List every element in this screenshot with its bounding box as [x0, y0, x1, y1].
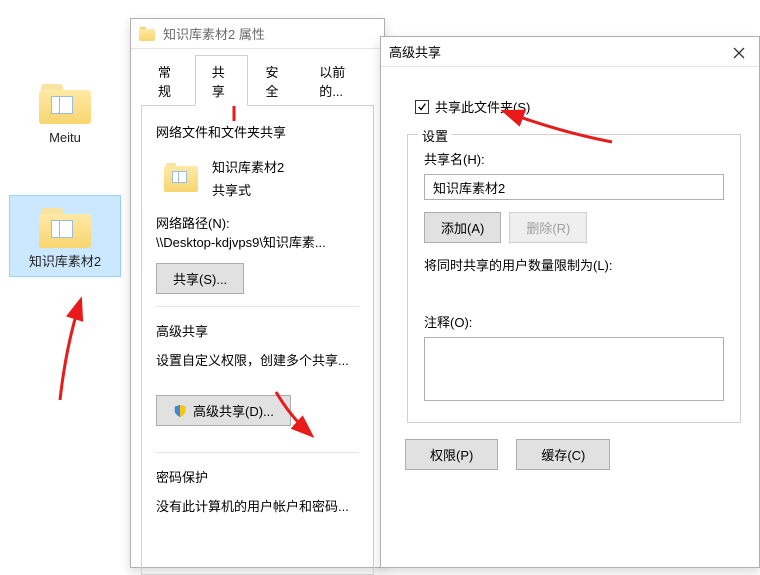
annotation-arrow	[50, 296, 96, 409]
advanced-share-dialog: 高级共享 共享此文件夹(S) 设置 共享名(H): 添加(A) 删除(R) 将同…	[380, 36, 760, 568]
netpath-value: \\Desktop-kdjvps9\知识库素...	[156, 232, 359, 251]
settings-legend: 设置	[418, 126, 452, 145]
password-heading: 密码保护	[156, 467, 359, 486]
desktop-folder-knowledge[interactable]: 知识库素材2	[10, 196, 120, 276]
network-share-heading: 网络文件和文件夹共享	[156, 122, 359, 141]
folder-label: 知识库素材2	[29, 254, 101, 276]
settings-group: 设置 共享名(H): 添加(A) 删除(R) 将同时共享的用户数量限制为(L):…	[407, 134, 741, 423]
share-folder-checkbox[interactable]: 共享此文件夹(S)	[415, 97, 530, 116]
tab-security[interactable]: 安全	[248, 55, 302, 106]
share-panel: 网络文件和文件夹共享 知识库素材2 共享式 网络路径(N): \\Desktop…	[141, 105, 374, 575]
sharename-input[interactable]	[424, 174, 724, 200]
folder-icon	[37, 202, 93, 250]
title-bar[interactable]: 高级共享	[381, 37, 759, 67]
limit-label: 将同时共享的用户数量限制为(L):	[424, 255, 724, 274]
comment-label: 注释(O):	[424, 312, 724, 331]
tab-strip: 常规 共享 安全 以前的...	[131, 49, 384, 106]
advanced-desc: 设置自定义权限，创建多个共享...	[156, 350, 359, 369]
title-bar[interactable]: 知识库素材2 属性	[131, 19, 384, 49]
shield-icon	[173, 404, 187, 418]
tab-share[interactable]: 共享	[195, 55, 249, 106]
remove-button[interactable]: 删除(R)	[509, 212, 587, 243]
tab-general[interactable]: 常规	[141, 55, 195, 106]
folder-icon	[37, 78, 93, 126]
close-button[interactable]	[721, 39, 757, 67]
checkmark-icon	[417, 102, 427, 112]
window-title: 高级共享	[389, 42, 751, 61]
add-button[interactable]: 添加(A)	[424, 212, 501, 243]
properties-dialog: 知识库素材2 属性 常规 共享 安全 以前的... 网络文件和文件夹共享 知识库…	[130, 18, 385, 568]
file-info: 知识库素材2 共享式	[156, 151, 359, 213]
divider	[156, 452, 359, 453]
tab-previous[interactable]: 以前的...	[302, 55, 374, 106]
share-mode: 共享式	[212, 180, 284, 199]
folder-label: Meitu	[49, 130, 81, 152]
close-icon	[733, 47, 745, 59]
share-button[interactable]: 共享(S)...	[156, 263, 244, 294]
sharename-label: 共享名(H):	[424, 149, 724, 168]
folder-icon	[139, 27, 155, 41]
password-desc: 没有此计算机的用户帐户和密码...	[156, 496, 359, 515]
netpath-label: 网络路径(N):	[156, 213, 359, 232]
folder-icon	[164, 163, 198, 193]
divider	[156, 306, 359, 307]
advanced-share-button[interactable]: 高级共享(D)...	[156, 395, 291, 426]
comment-input[interactable]	[424, 337, 724, 401]
file-name: 知识库素材2	[212, 157, 284, 176]
advanced-share-heading: 高级共享	[156, 321, 359, 340]
cache-button[interactable]: 缓存(C)	[516, 439, 610, 470]
permissions-button[interactable]: 权限(P)	[405, 439, 498, 470]
checkbox-label: 共享此文件夹(S)	[435, 97, 530, 116]
desktop-folder-meitu[interactable]: Meitu	[10, 72, 120, 152]
window-title: 知识库素材2 属性	[163, 24, 376, 43]
